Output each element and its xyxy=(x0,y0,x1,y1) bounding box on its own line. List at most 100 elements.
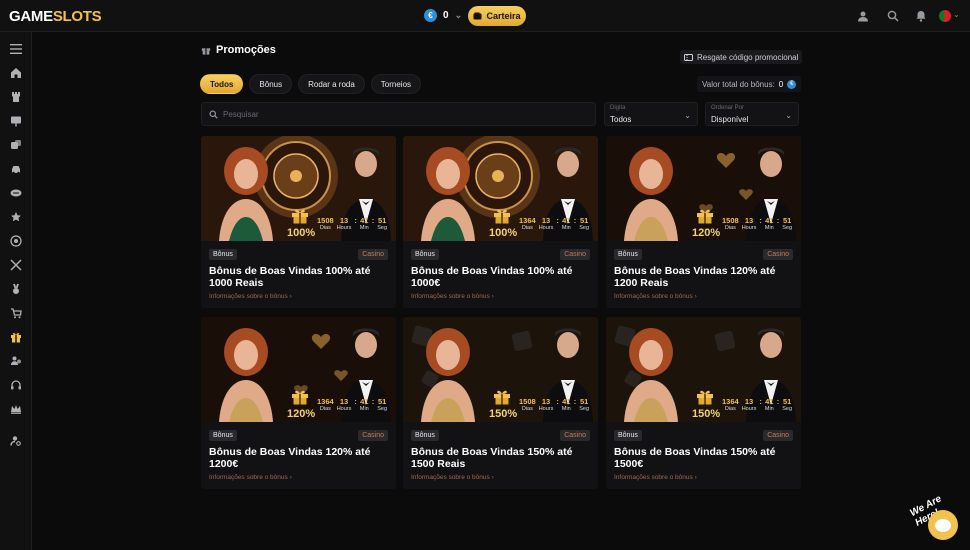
crown-icon[interactable] xyxy=(9,402,23,416)
portugal-flag-icon[interactable] xyxy=(939,10,951,22)
timer-minutes: 41 xyxy=(360,397,369,406)
gift-icon[interactable] xyxy=(9,330,23,344)
headset-icon[interactable] xyxy=(9,378,23,392)
timer-hours-label: Hours xyxy=(538,225,554,231)
promotion-title[interactable]: Bônus de Boas Vindas 100% até 1000€ xyxy=(411,265,593,289)
promotion-card[interactable]: 150% 1364 Dias 13 Hours:41 Min:51 Seg Bônus Casi… xyxy=(606,317,801,489)
bonus-tag: Bônus xyxy=(209,249,237,260)
timer-minutes: 41 xyxy=(562,397,571,406)
promotion-banner[interactable]: 100% 1364 Dias 13 Hours:41 Min:51 Seg xyxy=(403,136,598,241)
sort-order-select[interactable]: Ordenar Por Disponível ⌄ xyxy=(705,102,799,126)
swords-icon[interactable] xyxy=(9,258,23,272)
timer-hours: 13 xyxy=(339,397,349,406)
tab-bonus[interactable]: Bônus xyxy=(249,74,293,94)
timer-separator: : xyxy=(759,397,762,406)
wallet-icon xyxy=(473,12,482,20)
balance-selector[interactable]: € 0 ⌄ xyxy=(424,9,462,22)
promotion-title[interactable]: Bônus de Boas Vindas 150% até 1500€ xyxy=(614,446,796,470)
timer-minutes: 41 xyxy=(765,397,774,406)
medal-icon[interactable] xyxy=(9,282,23,296)
chevron-right-icon: › xyxy=(289,293,292,300)
timer-minutes-label: Min xyxy=(764,225,774,231)
star-icon[interactable] xyxy=(9,210,23,224)
user-search-icon[interactable] xyxy=(9,434,23,448)
promotion-title[interactable]: Bônus de Boas Vindas 120% até 1200 Reais xyxy=(614,265,796,289)
promotion-banner[interactable]: 150% 1364 Dias 13 Hours:41 Min:51 Seg xyxy=(606,317,801,422)
timer-separator: : xyxy=(573,397,577,406)
bonus-info-link[interactable]: Informações sobre o bônus › xyxy=(614,474,697,481)
bonus-info-link[interactable]: Informações sobre o bônus › xyxy=(614,293,697,300)
bonus-info-link[interactable]: Informações sobre o bônus › xyxy=(411,293,494,300)
site-logo[interactable]: GAMESLOTS xyxy=(9,8,102,25)
promotion-card[interactable]: 120% 1508 Dias 13 Hours:41 Min:51 Seg Bônus Casi… xyxy=(606,136,801,308)
timer-hours: 13 xyxy=(541,216,551,225)
promotion-title[interactable]: Bônus de Boas Vindas 150% até 1500 Reais xyxy=(411,446,593,470)
timer-seconds-label: Seg xyxy=(579,225,590,231)
wallet-button[interactable]: Carteira xyxy=(468,6,526,26)
timer-seconds-label: Seg xyxy=(579,406,590,412)
car-icon[interactable] xyxy=(9,162,23,176)
casino-tag: Casino xyxy=(560,430,590,441)
promotion-card[interactable]: 100% 1364 Dias 13 Hours:41 Min:51 Seg Bônus Casi… xyxy=(403,136,598,308)
target-icon[interactable] xyxy=(9,234,23,248)
live-chat-button[interactable] xyxy=(928,510,958,540)
promotion-card[interactable]: 150% 1508 Dias 13 Hours:41 Min:51 Seg Bônus Casi… xyxy=(403,317,598,489)
type-filter-select[interactable]: Digita Todos ⌄ xyxy=(604,102,698,126)
bonus-info-link[interactable]: Informações sobre o bônus › xyxy=(209,293,292,300)
bell-icon[interactable] xyxy=(914,9,928,23)
gift-icon xyxy=(292,209,308,224)
promotion-banner[interactable]: 150% 1508 Dias 13 Hours:41 Min:51 Seg xyxy=(403,317,598,422)
promotion-title[interactable]: Bônus de Boas Vindas 120% até 1200€ xyxy=(209,446,391,470)
chevron-down-icon[interactable]: ⌄ xyxy=(953,10,960,19)
timer-separator: : xyxy=(556,216,559,225)
timer-seconds: 51 xyxy=(579,397,589,406)
balance-amount: 0 xyxy=(443,10,449,21)
bonus-percent: 100% xyxy=(489,227,518,239)
timer-days-label: Dias xyxy=(319,406,331,412)
users-icon[interactable] xyxy=(9,354,23,368)
gift-icon xyxy=(292,390,308,405)
menu-icon[interactable] xyxy=(9,42,23,56)
timer-hours-label: Hours xyxy=(741,406,757,412)
timer-separator: : xyxy=(776,216,780,225)
ticket-icon xyxy=(684,53,693,61)
tab-todos[interactable]: Todos xyxy=(200,74,244,94)
timer-days: 1364 xyxy=(722,397,739,406)
promotion-banner[interactable]: 120% 1508 Dias 13 Hours:41 Min:51 Seg xyxy=(606,136,801,241)
bonus-info-link[interactable]: Informações sobre o bônus › xyxy=(209,474,292,481)
promotion-card[interactable]: 120% 1364 Dias 13 Hours:41 Min:51 Seg Bônus Casi… xyxy=(201,317,396,489)
promotion-banner[interactable]: 100% 1508 Dias 13 Hours:41 Min:51 Seg xyxy=(201,136,396,241)
promotion-banner[interactable]: 120% 1364 Dias 13 Hours:41 Min:51 Seg xyxy=(201,317,396,422)
bonus-info-link[interactable]: Informações sobre o bônus › xyxy=(411,474,494,481)
promotion-card-body: Bônus Casino Bônus de Boas Vindas 100% até… xyxy=(403,241,598,308)
tab-torneios[interactable]: Torneios xyxy=(370,74,422,94)
chevron-right-icon: › xyxy=(289,474,292,481)
redeem-promo-code-button[interactable]: Resgate código promocional xyxy=(680,50,803,64)
sport-icon[interactable] xyxy=(9,186,23,200)
promotion-title[interactable]: Bônus de Boas Vindas 100% até 1000 Reais xyxy=(209,265,391,289)
chevron-right-icon: › xyxy=(694,474,697,481)
timer-days-label: Dias xyxy=(521,406,533,412)
home-icon[interactable] xyxy=(9,66,23,80)
timer-seconds-label: Seg xyxy=(782,225,793,231)
presentation-icon[interactable] xyxy=(9,114,23,128)
profile-icon[interactable] xyxy=(856,9,870,23)
bonus-tag: Bônus xyxy=(411,249,439,260)
total-bonus-value: Valor total do bônus: 0 € xyxy=(697,76,802,92)
timer-minutes: 41 xyxy=(360,216,369,225)
promotion-card[interactable]: 100% 1508 Dias 13 Hours:41 Min:51 Seg Bônus Casi… xyxy=(201,136,396,308)
dice-icon[interactable] xyxy=(9,138,23,152)
timer-days-label: Dias xyxy=(319,225,331,231)
bonus-percent: 150% xyxy=(692,408,721,420)
cart-icon[interactable] xyxy=(9,306,23,320)
tab-rodar-a-roda[interactable]: Rodar a roda xyxy=(298,74,365,94)
timer-separator: : xyxy=(759,216,762,225)
search-input[interactable] xyxy=(223,109,573,119)
timer-separator: : xyxy=(354,397,357,406)
timer-minutes-label: Min xyxy=(359,225,369,231)
bonus-tag: Bônus xyxy=(209,430,237,441)
tower-icon[interactable] xyxy=(9,90,23,104)
timer-days: 1364 xyxy=(519,216,536,225)
timer-days: 1364 xyxy=(317,397,334,406)
search-icon[interactable] xyxy=(886,9,900,23)
